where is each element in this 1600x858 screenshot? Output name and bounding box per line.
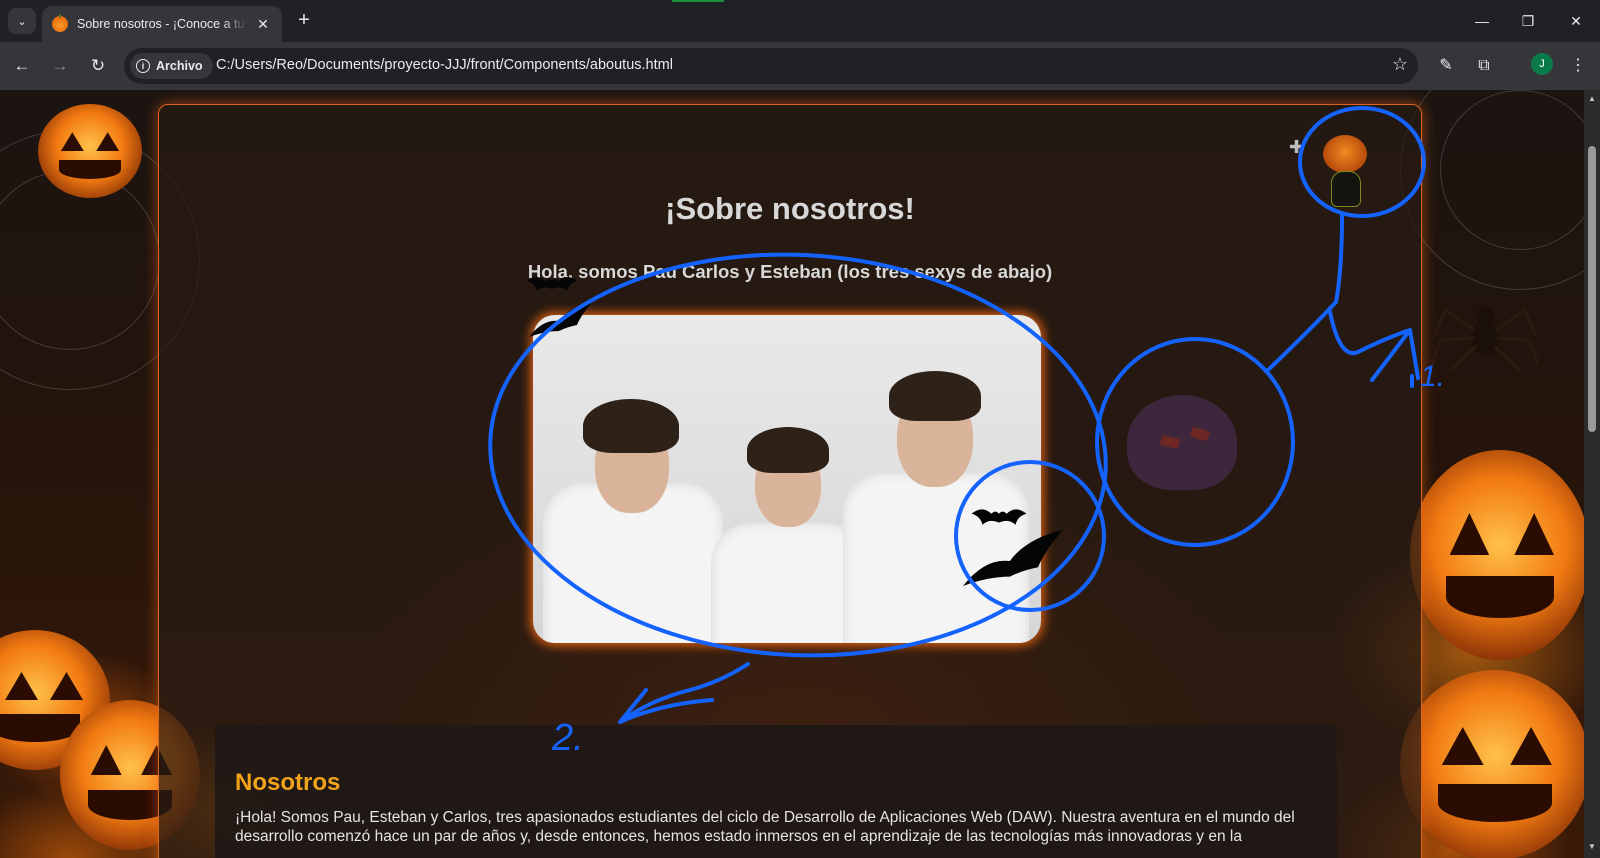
loading-indicator xyxy=(672,0,724,2)
page-scrollbar[interactable]: ▲ ▼ xyxy=(1584,90,1600,858)
scroll-thumb[interactable] xyxy=(1588,146,1596,432)
menu-icon[interactable]: ⋮ xyxy=(1566,54,1590,78)
scroll-up-icon[interactable]: ▲ xyxy=(1588,94,1596,103)
page-subtitle: Hola, somos Pau Carlos y Esteban (los tr… xyxy=(527,261,1053,282)
about-card: ✚ ¡Sobre nosotros! Hola, somos Pau Carlo… xyxy=(158,104,1422,858)
spider-decoration xyxy=(1430,307,1540,372)
minimize-icon[interactable]: — xyxy=(1462,8,1502,34)
about-section: Nosotros ¡Hola! Somos Pau, Esteban y Car… xyxy=(215,725,1337,858)
page-viewport: ✚ ¡Sobre nosotros! Hola, somos Pau Carlo… xyxy=(0,90,1584,858)
ghost-sprite xyxy=(1107,375,1257,505)
pumpkin-favicon xyxy=(52,14,68,32)
site-info-chip[interactable]: i Archivo xyxy=(130,53,213,79)
section-title: Nosotros xyxy=(235,769,341,796)
active-tab[interactable]: Sobre nosotros - ¡Conoce a tus ✕ xyxy=(42,6,282,42)
bat-icon xyxy=(527,277,577,291)
window-close-icon[interactable]: ✕ xyxy=(1556,8,1596,34)
info-icon: i xyxy=(136,59,150,73)
section-text: ¡Hola! Somos Pau, Esteban y Carlos, tres… xyxy=(235,809,1295,845)
forward-icon[interactable]: → xyxy=(46,52,74,80)
site-chip-label: Archivo xyxy=(156,59,203,73)
pumpkin-decoration xyxy=(38,104,142,198)
pumpkin-decoration xyxy=(1410,450,1584,660)
person-right xyxy=(833,353,1033,643)
pumpkin-decoration xyxy=(1400,670,1584,858)
tab-title: Sobre nosotros - ¡Conoce a tus xyxy=(77,17,247,31)
url-text[interactable]: C:/Users/Reo/Documents/proyecto-JJJ/fron… xyxy=(216,57,673,73)
reload-icon[interactable]: ↻ xyxy=(84,52,112,80)
avatar[interactable]: J xyxy=(1531,53,1553,75)
back-icon[interactable]: ← xyxy=(8,52,36,80)
plus-icon: ✚ xyxy=(1289,137,1305,157)
star-icon[interactable]: ☆ xyxy=(1392,54,1408,75)
extensions-icon[interactable]: ⧉ xyxy=(1472,54,1496,78)
plus-icon[interactable]: + xyxy=(292,9,316,33)
page-title: ¡Sobre nosotros! xyxy=(665,191,915,226)
scroll-down-icon[interactable]: ▼ xyxy=(1588,842,1596,851)
close-icon[interactable]: ✕ xyxy=(254,16,272,33)
person-left xyxy=(543,363,723,643)
address-bar[interactable]: i Archivo C:/Users/Reo/Documents/proyect… xyxy=(124,48,1418,84)
bat-icon xyxy=(971,509,1027,525)
bat-icon xyxy=(529,301,593,337)
tab-strip: ⌄ Sobre nosotros - ¡Conoce a tus ✕ + — ❐… xyxy=(0,0,1600,42)
tab-list-icon[interactable]: ⌄ xyxy=(8,8,36,34)
eyedropper-icon[interactable]: ✎ xyxy=(1434,54,1458,78)
bat-icon xyxy=(963,529,1063,586)
browser-toolbar: ← → ↻ i Archivo C:/Users/Reo/Documents/p… xyxy=(0,42,1600,90)
team-photo xyxy=(533,315,1041,643)
restore-icon[interactable]: ❐ xyxy=(1508,8,1548,34)
